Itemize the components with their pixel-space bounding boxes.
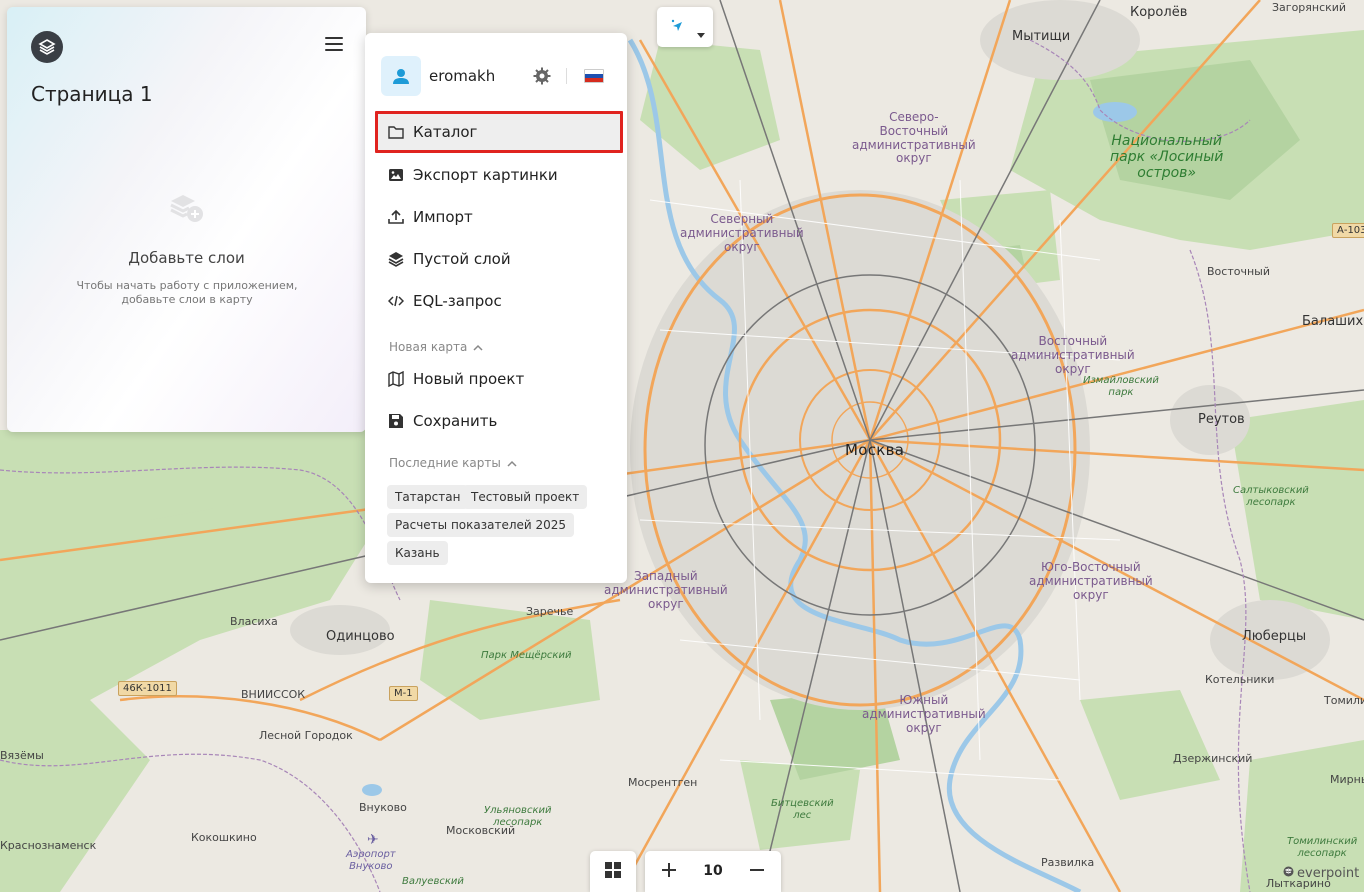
map-label-saltykovsky: Салтыковский лесопарк	[1233, 485, 1309, 508]
recent-map-chip[interactable]: Татарстан	[387, 485, 469, 509]
map-label-balashikha: Балаших	[1302, 314, 1364, 329]
settings-gear-icon[interactable]	[533, 67, 551, 85]
menu-item-save[interactable]: Сохранить	[375, 400, 623, 442]
map-label-airport: Аэропорт Внуково	[346, 849, 396, 872]
map-label-odintsovo: Одинцово	[326, 629, 395, 644]
map-label-v-okrug: Восточный административный округ	[1011, 334, 1135, 376]
map-label-lyubertsy: Люберцы	[1242, 629, 1307, 644]
page-title: Страница 1	[31, 82, 153, 106]
road-shield-a103: А-103	[1332, 223, 1364, 238]
map-label-tomilinsky: Томилинский лесопарк	[1287, 836, 1358, 859]
zoom-in-button[interactable]	[647, 851, 691, 892]
zoom-level: 10	[703, 863, 723, 879]
map-label-park-meshchersky: Парк Мещёрский	[481, 650, 572, 661]
map-label-kokoshkino: Кокошкино	[191, 831, 257, 844]
language-flag-ru-icon[interactable]	[584, 69, 604, 83]
add-layer-icon	[169, 192, 205, 230]
map-label-vyazyomy: Вязёмы	[0, 749, 44, 762]
save-icon	[387, 412, 405, 430]
minus-icon	[749, 862, 765, 882]
zoom-control: 10	[645, 851, 781, 892]
image-icon	[387, 166, 405, 184]
map-label-mytishchi: Мытищи	[1012, 29, 1071, 44]
divider	[566, 68, 567, 84]
menu-item-empty-layer[interactable]: Пустой слой	[375, 238, 623, 280]
map-label-dzerzhinsky: Дзержинский	[1173, 752, 1253, 765]
app-logo-icon[interactable]	[31, 31, 63, 63]
menu-item-new-project[interactable]: Новый проект	[375, 358, 623, 400]
menu-item-label: Пустой слой	[413, 250, 511, 268]
map-label-vniissok: ВНИИССОК	[241, 688, 306, 701]
chevron-up-icon	[473, 340, 483, 354]
everpoint-logo-icon	[1283, 866, 1294, 881]
menu-item-export-image[interactable]: Экспорт картинки	[375, 154, 623, 196]
user-row: eromakh	[381, 56, 611, 98]
plus-icon	[661, 862, 677, 882]
map-label-tomilino: Томили	[1324, 694, 1364, 707]
zoom-out-button[interactable]	[735, 851, 779, 892]
map-label-ulyankovsky: Ульяновский лесопарк	[484, 805, 552, 828]
menu-item-eql-query[interactable]: EQL-запрос	[375, 280, 623, 322]
airplane-icon: ✈	[367, 832, 379, 848]
map-label-losiny-ostrov: Национальный парк «Лосиный остров»	[1110, 133, 1224, 182]
map-label-valuevsky: Валуевский	[402, 876, 464, 887]
username: eromakh	[429, 67, 496, 85]
map-label-lesnoy: Лесной Городок	[259, 729, 353, 742]
map-label-bitcevsky: Битцевский лес	[771, 798, 834, 821]
map-label-u-okrug: Южный административный округ	[862, 693, 986, 735]
cursor-pointer-icon	[669, 19, 685, 39]
map-label-razvilka: Развилка	[1041, 856, 1095, 869]
map-label-vostochny: Восточный	[1207, 265, 1270, 278]
main-menu-dropdown: eromakh Каталог Экспорт картинки Импорт …	[365, 33, 627, 583]
empty-state-subtitle: Чтобы начать работу с приложением, добав…	[76, 279, 298, 307]
map-icon	[387, 370, 405, 388]
upload-icon	[387, 208, 405, 226]
map-label-zagoryansky: Загорянский	[1272, 1, 1347, 14]
empty-state-title: Добавьте слои	[128, 249, 245, 267]
map-label-mosrentgen: Мосрентген	[628, 776, 698, 789]
code-icon	[387, 292, 405, 310]
map-label-reutov: Реутов	[1198, 412, 1245, 427]
road-shield-46k: 46К-1011	[118, 681, 177, 696]
section-recent-maps[interactable]: Последние карты	[389, 456, 517, 470]
folder-icon	[387, 123, 405, 141]
map-label-moscow: Москва	[845, 441, 905, 459]
grid-icon	[604, 861, 622, 883]
menu-item-import[interactable]: Импорт	[375, 196, 623, 238]
map-label-izmaylovsky: Измайловский парк	[1083, 375, 1159, 398]
menu-item-label: Сохранить	[413, 412, 498, 430]
basemap-grid-button[interactable]	[590, 851, 636, 892]
user-avatar-icon[interactable]	[381, 56, 421, 96]
map-label-s-okrug: Северный административный округ	[680, 212, 804, 254]
recent-map-chip[interactable]: Тестовый проект	[463, 485, 588, 509]
menu-item-label: Каталог	[413, 123, 478, 141]
map-label-kotelniki: Котельники	[1205, 673, 1275, 686]
brand-watermark: everpoint	[1283, 866, 1359, 881]
menu-item-catalog[interactable]: Каталог	[375, 111, 623, 153]
chevron-up-icon	[507, 456, 517, 470]
hamburger-menu-icon[interactable]	[325, 37, 343, 53]
recent-map-chip[interactable]: Расчеты показателей 2025	[387, 513, 575, 537]
map-label-sv-okrug: Северо- Восточный административный округ	[852, 110, 976, 166]
recent-map-chip[interactable]: Казань	[387, 541, 448, 565]
menu-item-label: Экспорт картинки	[413, 166, 558, 184]
map-label-korolev: Королёв	[1130, 5, 1188, 20]
chevron-down-icon	[696, 24, 706, 43]
road-shield-m1: М-1	[389, 686, 418, 701]
menu-item-label: EQL-запрос	[413, 292, 502, 310]
layers-panel: Страница 1 Добавьте слои Чтобы начать ра…	[7, 7, 366, 432]
layers-icon	[387, 250, 405, 268]
selection-tool-button[interactable]	[657, 7, 713, 47]
map-label-vnukovo: Внуково	[359, 801, 407, 814]
map-label-mirny: Мирны	[1330, 773, 1364, 786]
map-label-vlasikha: Власиха	[230, 615, 278, 628]
map-label-uv-okrug: Юго-Восточный административный округ	[1029, 560, 1153, 602]
map-label-zarechye: Заречье	[526, 605, 574, 618]
section-new-map[interactable]: Новая карта	[389, 340, 483, 354]
menu-item-label: Новый проект	[413, 370, 525, 388]
menu-item-label: Импорт	[413, 208, 473, 226]
map-label-krasnoznamensk: Краснознаменск	[0, 839, 97, 852]
